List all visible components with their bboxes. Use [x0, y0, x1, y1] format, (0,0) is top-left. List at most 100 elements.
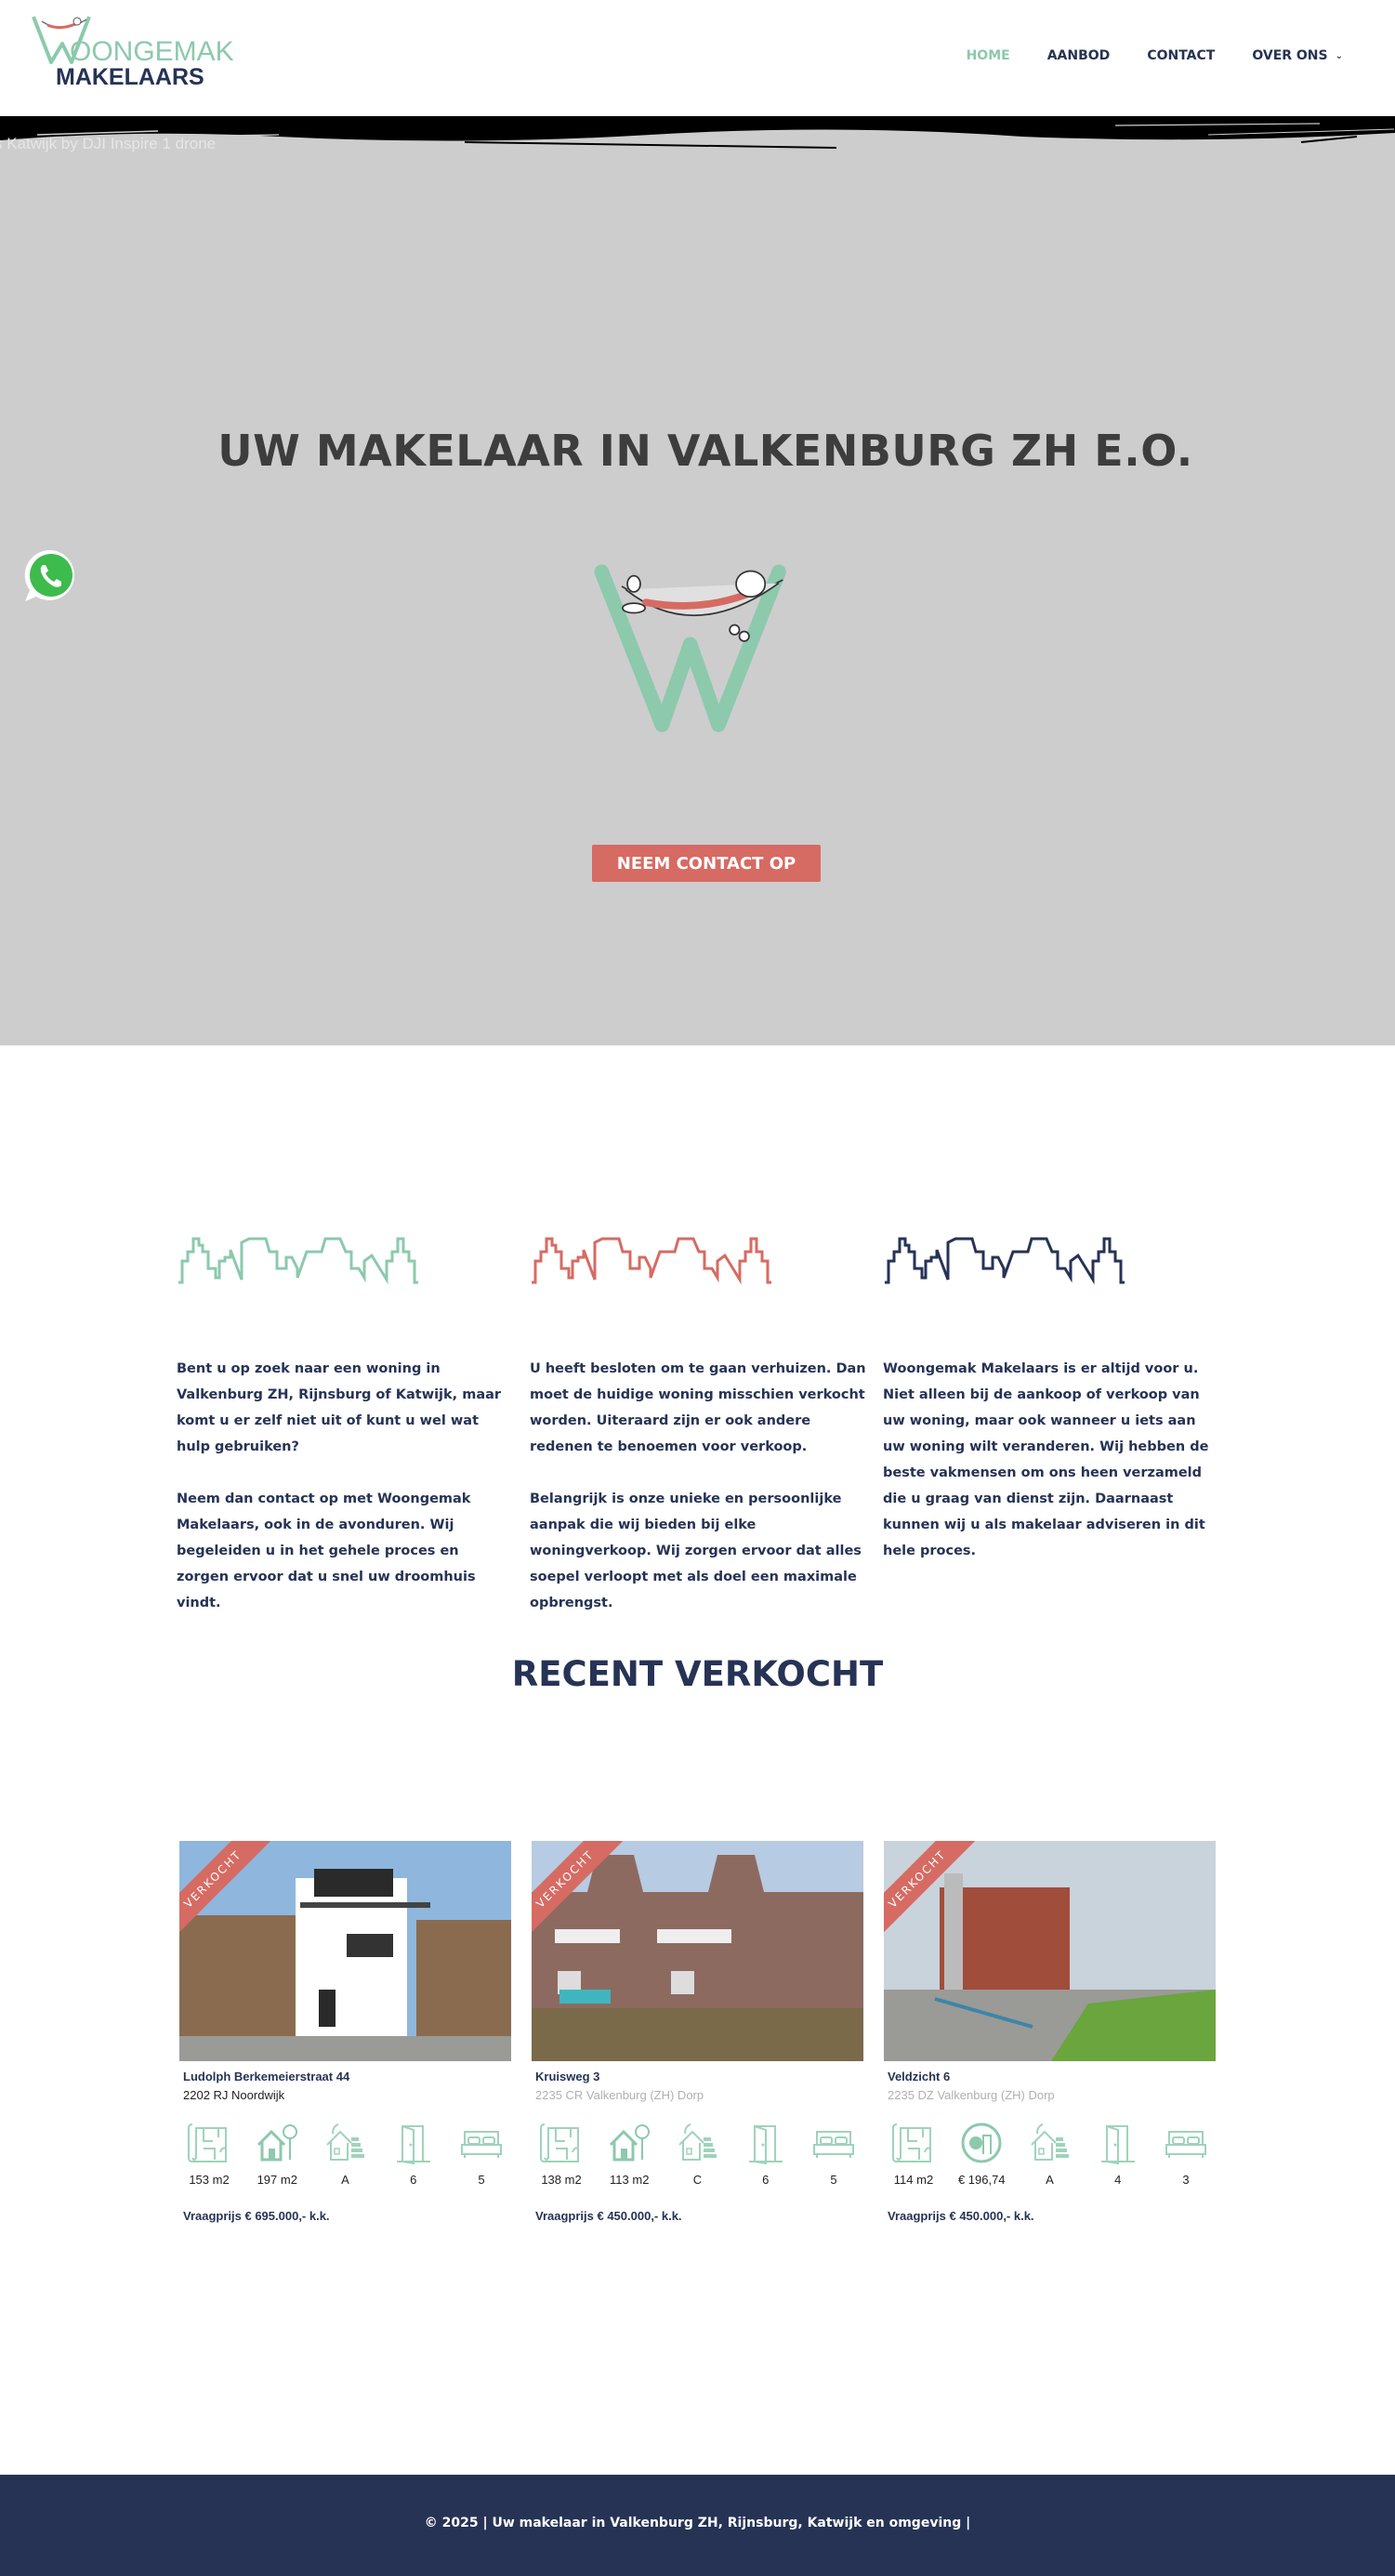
whatsapp-icon — [24, 549, 75, 601]
listing-feature: A — [1024, 2121, 1076, 2187]
listing-price: Vraagprijs € 450.000,- k.k. — [535, 2209, 682, 2223]
listing-feature: 5 — [808, 2121, 860, 2187]
listing-feature: 114 m2 — [888, 2121, 940, 2187]
door-icon — [396, 2125, 430, 2165]
listing-feature: € 196,74 — [955, 2121, 1007, 2187]
service-costs-icon — [961, 2123, 1002, 2163]
feature-value: 5 — [830, 2173, 837, 2187]
contact-cta-button[interactable]: NEEM CONTACT OP — [592, 845, 821, 882]
feature-value: A — [341, 2173, 349, 2187]
floorplan-icon — [892, 2123, 931, 2162]
sold-badge: VERKOCHT — [532, 1841, 623, 1932]
site-logo[interactable]: OONGEMAK MAKELAARS — [31, 14, 234, 93]
listing-feature: 153 m2 — [183, 2121, 235, 2187]
listing-feature: A — [320, 2121, 372, 2187]
bed-icon — [1165, 2131, 1206, 2158]
door-icon — [748, 2125, 783, 2165]
sold-ribbon: VERKOCHT — [884, 1841, 975, 1932]
listing-image[interactable]: VERKOCHT — [179, 1841, 511, 2061]
listing-features: 138 m2 113 m2 C 6 5 — [532, 2121, 863, 2187]
house-garden-icon — [610, 2124, 651, 2162]
intro-paragraph: U heeft besloten om te gaan verhuizen. D… — [530, 1361, 866, 1454]
listing-feature: 5 — [455, 2121, 507, 2187]
feature-value: 6 — [410, 2173, 417, 2187]
listing-features: 114 m2 € 196,74 A 4 3 — [884, 2121, 1216, 2187]
hero-section: s Katwijk by DJI Inspire 1 drone UW MAKE… — [0, 116, 1395, 1045]
feature-value: 3 — [1182, 2173, 1190, 2187]
intro-paragraph: Belangrijk is onze unieke en persoonlijk… — [530, 1492, 862, 1610]
energy-label-icon — [1030, 2123, 1069, 2161]
sold-badge: VERKOCHT — [179, 1841, 270, 1932]
door-icon — [1100, 2125, 1135, 2165]
feature-value: 114 m2 — [893, 2173, 934, 2187]
energy-label-icon — [678, 2123, 717, 2161]
intro-paragraph: Woongemak Makelaars is er altijd voor u.… — [883, 1361, 1209, 1558]
hammock-w-logo-icon — [594, 564, 786, 732]
listing-feature: 6 — [388, 2121, 440, 2187]
listing-street[interactable]: Ludolph Berkemeierstraat 44 — [183, 2070, 511, 2083]
feature-value: 153 m2 — [189, 2173, 230, 2187]
feature-value: 197 m2 — [257, 2173, 297, 2187]
listing-image[interactable]: VERKOCHT — [884, 1841, 1216, 2061]
sold-ribbon: VERKOCHT — [532, 1841, 623, 1932]
listing-card[interactable]: VERKOCHT Veldzicht 6 2235 DZ Valkenburg … — [884, 1841, 1216, 2223]
listing-feature: 3 — [1160, 2121, 1212, 2187]
listing-feature: 138 m2 — [535, 2121, 587, 2187]
bed-icon — [461, 2131, 502, 2158]
skyline-green-icon — [178, 1237, 418, 1285]
energy-label-icon — [325, 2123, 364, 2161]
feature-value: 5 — [478, 2173, 485, 2187]
intro-paragraph: Neem dan contact op met Woongemak Makela… — [177, 1492, 476, 1610]
sold-badge: VERKOCHT — [884, 1841, 975, 1932]
listing-price: Vraagprijs € 695.000,- k.k. — [183, 2209, 330, 2223]
hero-video-caption: s Katwijk by DJI Inspire 1 drone — [0, 135, 217, 152]
intro-column-buy: Bent u op zoek naar een woning in Valken… — [177, 1356, 513, 1642]
listing-city: 2202 RJ Noordwijk — [183, 2088, 285, 2102]
recent-sold-title: RECENT VERKOCHT — [511, 1654, 884, 1694]
floorplan-icon — [188, 2123, 227, 2162]
feature-value: A — [1046, 2173, 1054, 2187]
skyline-red-icon — [532, 1237, 771, 1285]
feature-value: € 196,74 — [957, 2173, 1006, 2187]
intro-column-sell: U heeft besloten om te gaan verhuizen. D… — [530, 1356, 866, 1642]
bed-icon — [813, 2131, 854, 2158]
listing-street[interactable]: Kruisweg 3 — [535, 2070, 863, 2083]
listing-city: 2235 DZ Valkenburg (ZH) Dorp — [888, 2088, 1055, 2102]
nav-contact[interactable]: CONTACT — [1147, 48, 1215, 63]
listing-feature: C — [672, 2121, 724, 2187]
intro-column-service: Woongemak Makelaars is er altijd voor u.… — [883, 1356, 1219, 1590]
whatsapp-button[interactable] — [23, 548, 79, 604]
listing-feature: 6 — [740, 2121, 792, 2187]
sold-ribbon: VERKOCHT — [179, 1841, 270, 1932]
site-header: OONGEMAK MAKELAARS HOME AANBOD CONTACT O… — [0, 0, 1395, 119]
site-footer: © 2025 | Uw makelaar in Valkenburg ZH, R… — [0, 2475, 1395, 2576]
feature-value: 4 — [1114, 2173, 1122, 2187]
footer-copyright: © 2025 | Uw makelaar in Valkenburg ZH, R… — [424, 2516, 971, 2530]
listing-street[interactable]: Veldzicht 6 — [888, 2070, 1216, 2083]
logo-wordmark-top: OONGEMAK — [70, 36, 234, 67]
nav-over-ons[interactable]: OVER ONS ⌄ — [1252, 48, 1343, 63]
house-garden-icon — [257, 2124, 298, 2162]
logo-wordmark-bottom: MAKELAARS — [56, 64, 204, 90]
listing-card[interactable]: VERKOCHT Ludolph Berkemeierstraat 44 220… — [179, 1841, 511, 2223]
intro-paragraph: Bent u op zoek naar een woning in Valken… — [177, 1361, 502, 1454]
listing-feature: 197 m2 — [251, 2121, 303, 2187]
nav-over-ons-label: OVER ONS — [1252, 48, 1328, 63]
listing-card[interactable]: VERKOCHT Kruisweg 3 2235 CR Valkenburg (… — [532, 1841, 863, 2223]
feature-value: 113 m2 — [610, 2173, 650, 2187]
hero-title: UW MAKELAAR IN VALKENBURG ZH E.O. — [217, 426, 1193, 476]
listing-price: Vraagprijs € 450.000,- k.k. — [888, 2209, 1034, 2223]
listing-features: 153 m2 197 m2 A 6 5 — [179, 2121, 511, 2187]
listing-feature: 4 — [1092, 2121, 1144, 2187]
listing-feature: 113 m2 — [603, 2121, 655, 2187]
floorplan-icon — [540, 2123, 579, 2162]
nav-home[interactable]: HOME — [967, 48, 1010, 63]
feature-value: 138 m2 — [541, 2173, 582, 2187]
chevron-down-icon: ⌄ — [1335, 50, 1343, 61]
feature-value: 6 — [762, 2173, 770, 2187]
listing-city: 2235 CR Valkenburg (ZH) Dorp — [535, 2088, 704, 2102]
listing-image[interactable]: VERKOCHT — [532, 1841, 863, 2061]
feature-value: C — [692, 2173, 703, 2187]
nav-aanbod[interactable]: AANBOD — [1047, 48, 1111, 63]
main-nav: HOME AANBOD CONTACT OVER ONS ⌄ — [929, 48, 1343, 63]
